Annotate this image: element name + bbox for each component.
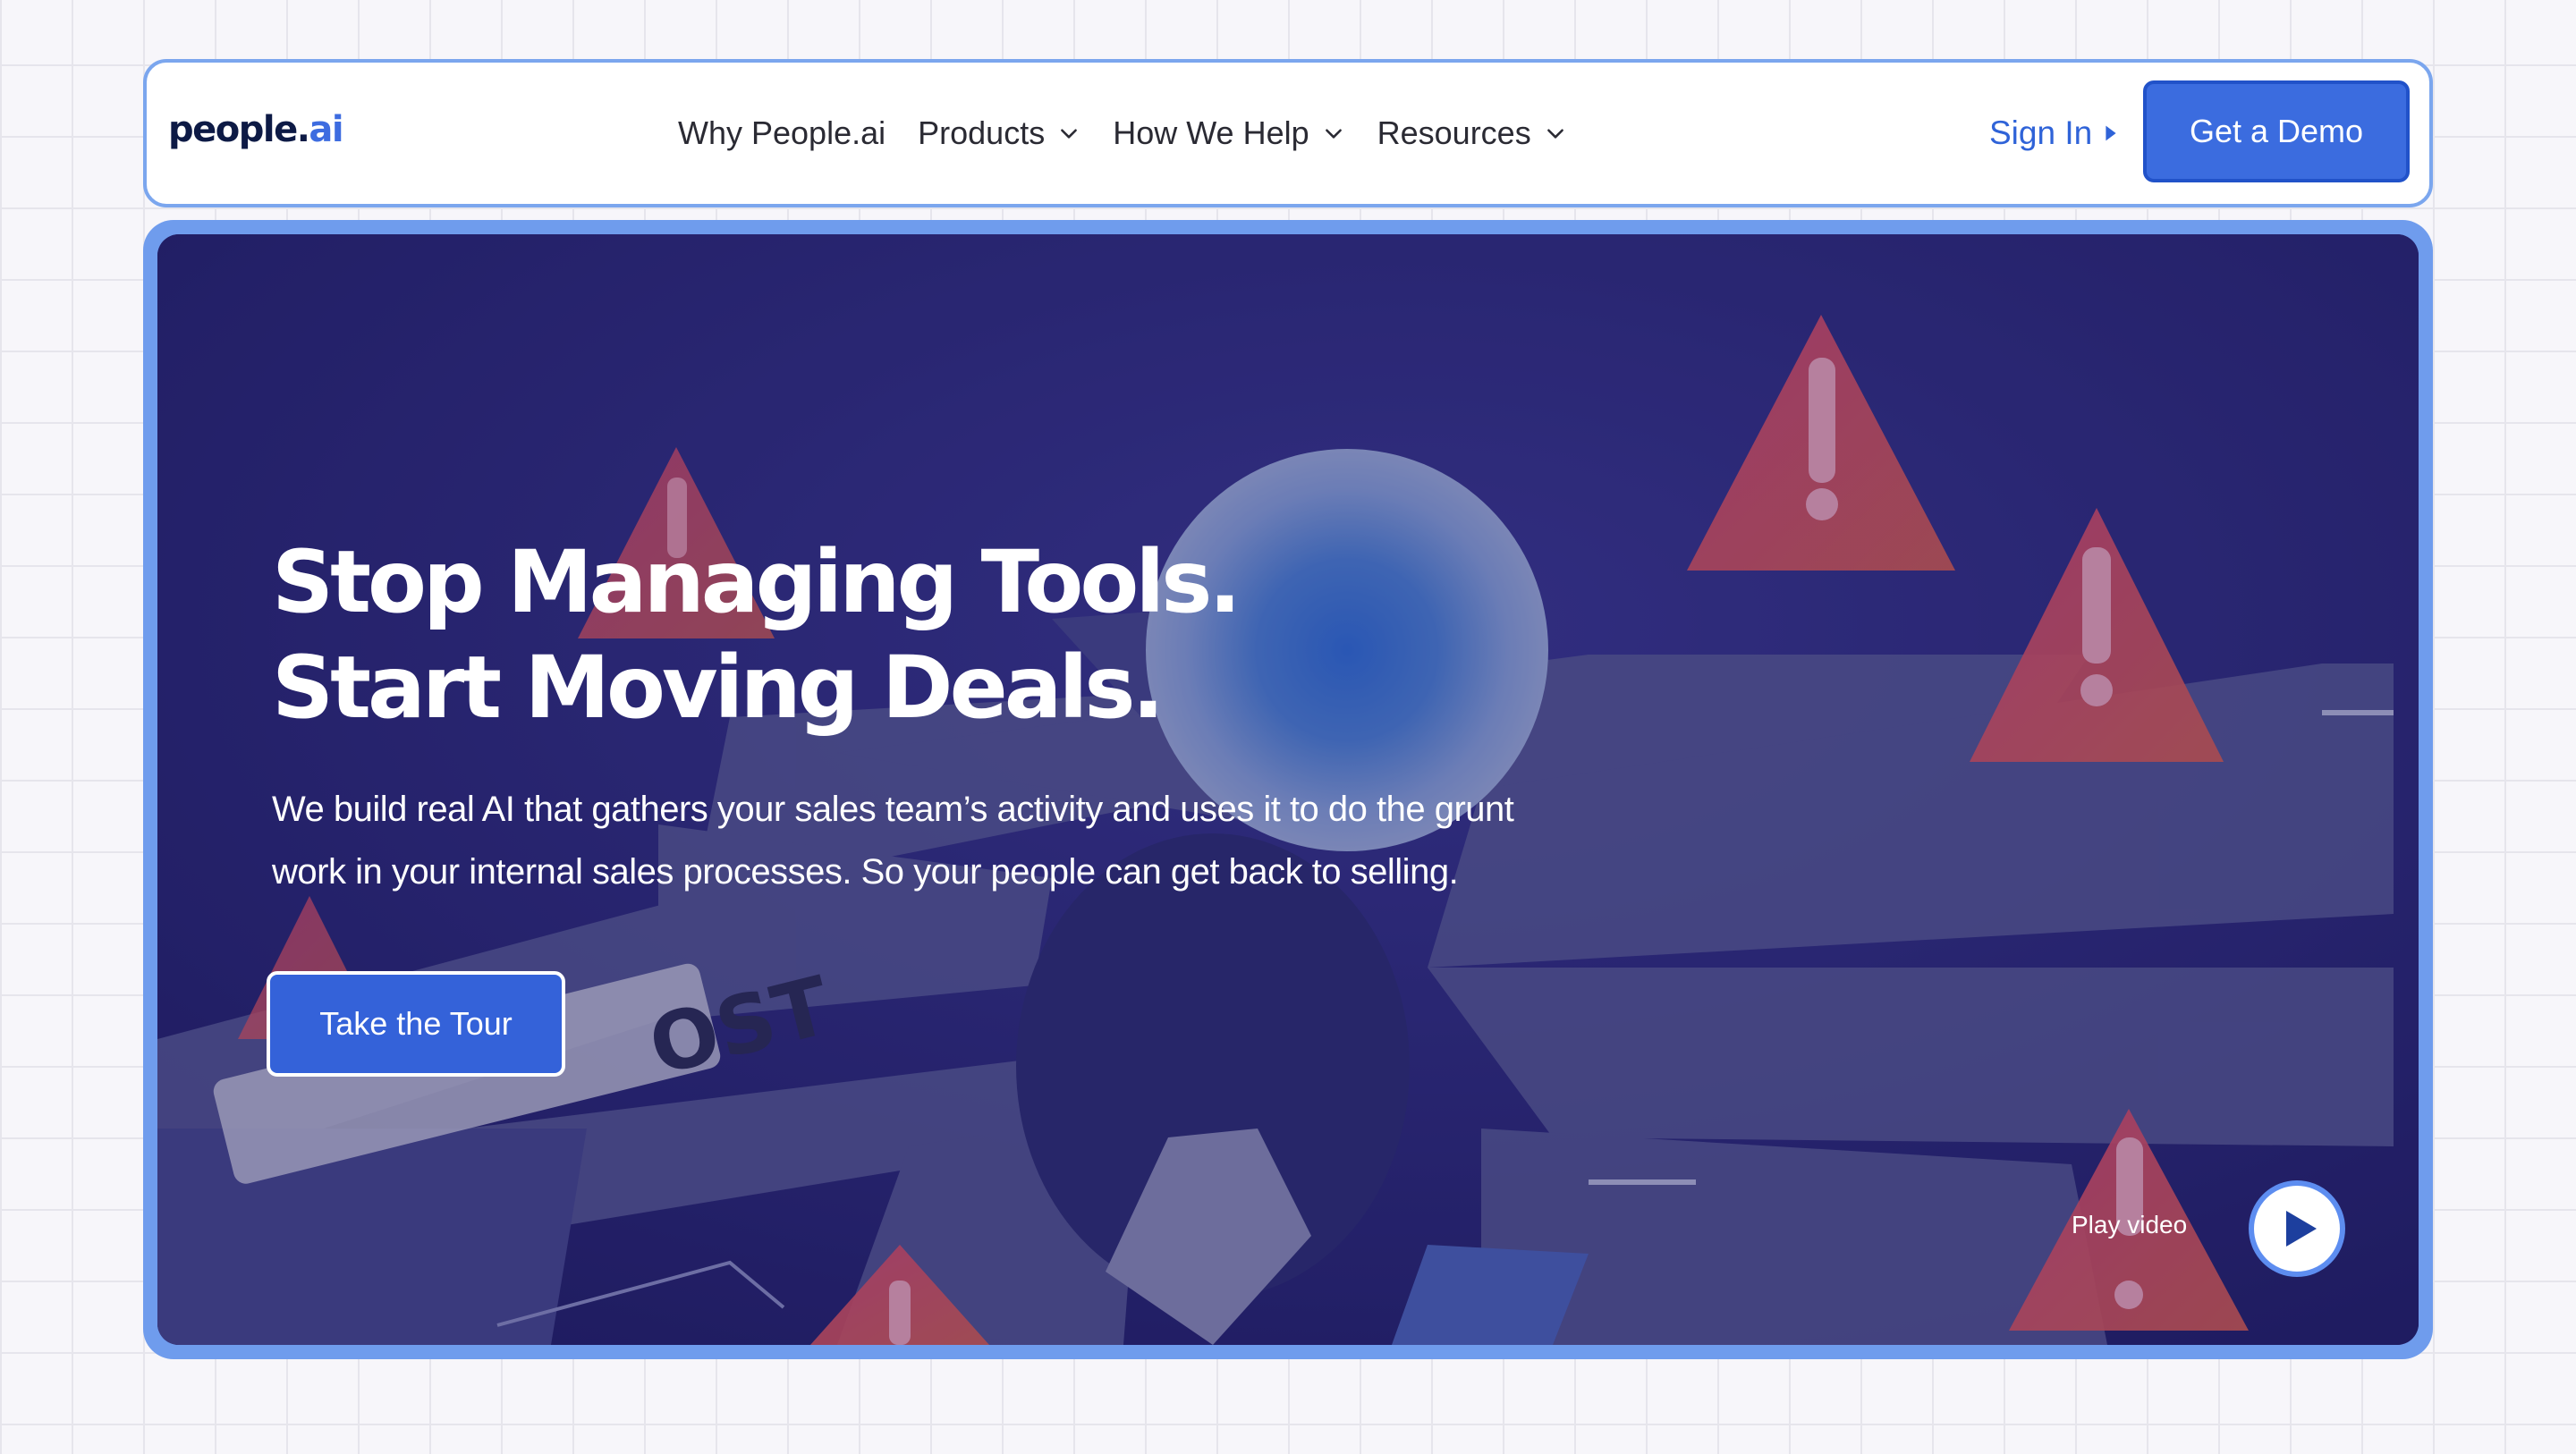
caret-right-icon [2106,125,2116,141]
nav-item-label: Why People.ai [678,114,886,151]
logo-main-text: people. [168,109,310,150]
play-icon [2286,1211,2317,1247]
people-ai-logo[interactable]: people.ai [168,109,344,150]
nav-item-resources[interactable]: Resources [1377,114,1567,152]
take-the-tour-button[interactable]: Take the Tour [267,971,565,1077]
hero-section: OST Stop Managing Tools. Start Moving De… [157,234,2419,1345]
hero-description: We build real AI that gathers your sales… [272,778,1667,903]
chevron-down-icon [1546,129,1563,139]
logo-accent-text: ai [309,109,343,150]
hero-description-line-1: We build real AI that gathers your sales… [272,790,1514,829]
get-a-demo-button[interactable]: Get a Demo [2143,80,2410,182]
top-navigation: people.ai Why People.ai Products How We … [143,59,2433,207]
hero-title-line-1: Stop Managing Tools. [272,532,1241,632]
nav-item-label: How We Help [1113,114,1309,151]
hero-frame: OST Stop Managing Tools. Start Moving De… [143,220,2433,1359]
main-menu: Why People.ai Products How We Help Resou… [678,63,1599,204]
get-a-demo-label: Get a Demo [2189,113,2364,149]
play-video-button[interactable] [2249,1180,2345,1277]
nav-item-label: Resources [1377,114,1531,151]
nav-item-how-we-help[interactable]: How We Help [1113,114,1344,152]
take-the-tour-label: Take the Tour [319,1005,513,1042]
chevron-down-icon [1325,129,1342,139]
hero-title-line-2: Start Moving Deals. [272,638,1165,738]
hero-title: Stop Managing Tools. Start Moving Deals. [272,529,1241,740]
play-video-label[interactable]: Play video [2072,1211,2187,1239]
nav-item-label: Products [918,114,1046,151]
nav-item-products[interactable]: Products [918,114,1080,152]
sign-in-link[interactable]: Sign In [1989,63,2117,204]
nav-item-why-people-ai[interactable]: Why People.ai [678,114,886,152]
hero-description-line-2: work in your internal sales processes. S… [272,852,1459,892]
chevron-down-icon [1061,129,1078,139]
sign-in-label: Sign In [1989,114,2093,151]
